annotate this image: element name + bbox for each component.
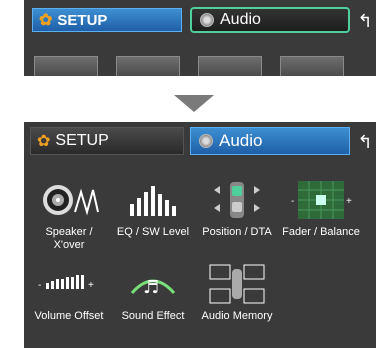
audio-tab-label: Audio [220, 11, 261, 28]
gear-icon: ✿ [39, 12, 53, 29]
equalizer-icon [118, 178, 188, 222]
fader-balance-button[interactable]: - + Fader / Balance [282, 174, 360, 252]
music-note-icon: ♬ [118, 262, 188, 306]
svg-text:+: + [88, 280, 94, 291]
tile-label: Speaker / X'over [45, 226, 93, 251]
volume-offset-button[interactable]: - + Volume Offset [30, 258, 108, 336]
speaker-icon [34, 178, 104, 222]
setup-tab[interactable]: ✿ SETUP [30, 127, 184, 155]
audio-tab[interactable]: Audio [190, 7, 350, 33]
tile-label: Volume Offset [34, 310, 104, 322]
svg-text:-: - [291, 196, 294, 207]
setup-tab[interactable]: ✿ SETUP [32, 8, 182, 32]
tile-label: EQ / SW Level [116, 226, 190, 238]
svg-text:-: - [38, 280, 41, 291]
position-dta-button[interactable]: Position / DTA [198, 174, 276, 252]
menu-thumbnail[interactable] [34, 56, 98, 76]
back-icon[interactable]: ↰ [356, 130, 374, 154]
svg-text:♬: ♬ [143, 277, 159, 298]
audio-memory-button[interactable]: Audio Memory [198, 258, 276, 336]
tile-label: Fader / Balance [282, 226, 360, 238]
audio-memory-icon [202, 262, 272, 306]
setup-tab-label: SETUP [57, 11, 108, 29]
audio-tab-label: Audio [219, 131, 263, 150]
setup-menu-thumbnails [24, 56, 376, 76]
tile-label: Audio Memory [201, 310, 273, 322]
sound-effect-button[interactable]: ♬ Sound Effect [114, 258, 192, 336]
menu-thumbnail[interactable] [198, 56, 262, 76]
svg-text:+: + [346, 196, 352, 207]
speaker-knob-icon [200, 13, 214, 27]
speaker-xover-button[interactable]: Speaker / X'over [30, 174, 108, 252]
back-icon[interactable]: ↰ [356, 10, 374, 32]
gear-icon: ✿ [37, 133, 51, 150]
tile-label: Position / DTA [202, 226, 272, 238]
setup-tab-label: SETUP [55, 132, 109, 149]
seat-position-icon [202, 178, 272, 222]
bottom-screen: ✿ SETUP Audio ↰ Speaker / X'over EQ / SW… [24, 122, 376, 348]
top-screen: ✿ SETUP Audio ↰ [24, 0, 376, 76]
audio-tab[interactable]: Audio [190, 127, 350, 155]
eq-sw-level-button[interactable]: EQ / SW Level [114, 174, 192, 252]
fader-grid-icon: - + [286, 178, 356, 222]
tile-label: Sound Effect [121, 310, 185, 322]
speaker-knob-icon [199, 134, 213, 148]
menu-thumbnail[interactable] [116, 56, 180, 76]
menu-thumbnail[interactable] [280, 56, 344, 76]
volume-offset-icon: - + [34, 262, 104, 306]
down-arrow-icon [174, 95, 214, 112]
